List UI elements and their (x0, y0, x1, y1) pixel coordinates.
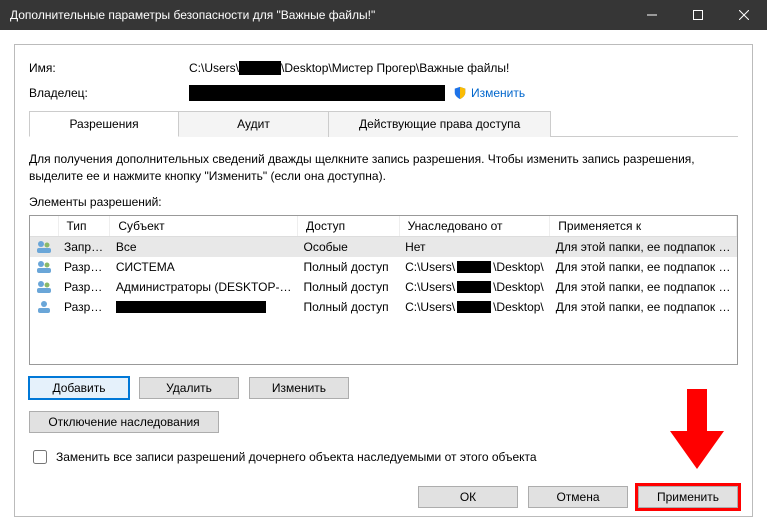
user-icon (36, 299, 52, 315)
close-button[interactable] (721, 0, 767, 30)
replace-child-checkbox[interactable] (33, 450, 47, 464)
tab-permissions[interactable]: Разрешения (29, 111, 179, 137)
elements-label: Элементы разрешений: (29, 195, 738, 209)
replace-child-label: Заменить все записи разрешений дочернего… (56, 450, 537, 464)
change-owner-link[interactable]: Изменить (453, 86, 525, 100)
group-icon (36, 259, 52, 275)
cancel-button[interactable]: Отмена (528, 486, 628, 508)
redacted-name (239, 61, 281, 75)
titlebar: Дополнительные параметры безопасности дл… (0, 0, 767, 30)
permissions-table[interactable]: Тип Субъект Доступ Унаследовано от Приме… (29, 215, 738, 365)
edit-button[interactable]: Изменить (249, 377, 349, 399)
col-access[interactable]: Доступ (298, 216, 400, 237)
tab-effective-access[interactable]: Действующие права доступа (329, 111, 551, 137)
replace-child-row: Заменить все записи разрешений дочернего… (29, 447, 738, 467)
col-type[interactable]: Тип (58, 216, 110, 237)
table-header-row: Тип Субъект Доступ Унаследовано от Приме… (30, 216, 737, 237)
window-title: Дополнительные параметры безопасности дл… (10, 8, 375, 22)
disable-inheritance-button[interactable]: Отключение наследования (29, 411, 219, 433)
add-button[interactable]: Добавить (29, 377, 129, 399)
group-icon (36, 279, 52, 295)
name-value: C:\Users\\Desktop\Мистер Прогер\Важные ф… (189, 61, 509, 75)
col-applies[interactable]: Применяется к (550, 216, 737, 237)
dialog-content: Имя: C:\Users\\Desktop\Мистер Прогер\Важ… (14, 44, 753, 517)
owner-label: Владелец: (29, 86, 189, 100)
name-field-row: Имя: C:\Users\\Desktop\Мистер Прогер\Важ… (29, 61, 738, 75)
redacted-path (457, 301, 491, 313)
redacted-path (457, 261, 491, 273)
maximize-button[interactable] (675, 0, 721, 30)
owner-field-row: Владелец: Изменить (29, 85, 738, 101)
inherit-button-row: Отключение наследования (29, 411, 738, 433)
redacted-owner (189, 85, 445, 101)
name-label: Имя: (29, 61, 189, 75)
table-row[interactable]: Разр… Полный доступ C:\Users\\Desktop\ Д… (30, 297, 737, 317)
owner-value: Изменить (189, 85, 525, 101)
shield-icon (453, 86, 467, 100)
ok-button[interactable]: ОК (418, 486, 518, 508)
remove-button[interactable]: Удалить (139, 377, 239, 399)
col-inherit[interactable]: Унаследовано от (399, 216, 550, 237)
action-button-row: Добавить Удалить Изменить (29, 377, 738, 399)
table-row[interactable]: Разр… СИСТЕМА Полный доступ C:\Users\\De… (30, 257, 737, 277)
redacted-subject (116, 301, 266, 313)
description-text: Для получения дополнительных сведений дв… (29, 151, 738, 185)
dialog-button-row: ОК Отмена Применить (418, 486, 738, 508)
tab-strip: Разрешения Аудит Действующие права досту… (29, 111, 738, 137)
col-subject[interactable]: Субъект (110, 216, 298, 237)
redacted-path (457, 281, 491, 293)
group-icon (36, 239, 52, 255)
apply-button[interactable]: Применить (638, 486, 738, 508)
minimize-button[interactable] (629, 0, 675, 30)
tab-audit[interactable]: Аудит (179, 111, 329, 137)
table-row[interactable]: Разр… Администраторы (DESKTOP-… Полный д… (30, 277, 737, 297)
table-row[interactable]: Запр… Все Особые Нет Для этой папки, ее … (30, 236, 737, 257)
